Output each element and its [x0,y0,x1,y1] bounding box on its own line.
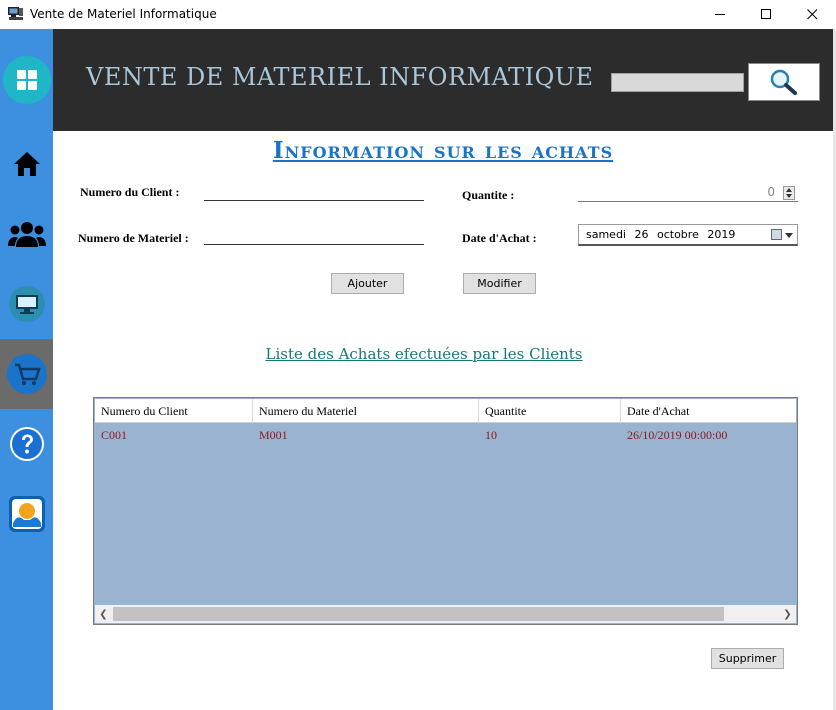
delete-button[interactable]: Supprimer [711,648,784,669]
scroll-left-icon[interactable]: ❮ [95,605,112,623]
sidebar-item-about[interactable] [0,479,53,549]
app-title: VENTE DE MATERIEL INFORMATIQUE [86,63,594,91]
materiel-input[interactable] [204,227,424,245]
close-icon [806,9,817,20]
sidebar-item-home[interactable] [0,129,53,199]
list-title: Liste des Achats efectuées par les Clien… [265,345,583,363]
dropdown-arrow-icon[interactable] [785,233,793,238]
search-input[interactable] [611,73,744,92]
sidebar-item-clients[interactable] [0,199,53,269]
column-header[interactable]: Numero du Client [95,399,253,423]
column-header[interactable]: Quantite [479,399,621,423]
help-icon [9,427,44,461]
table-cell[interactable]: 26/10/2019 00:00:00 [621,424,796,446]
spin-up-icon[interactable] [786,188,792,192]
sidebar-item-dashboard[interactable] [0,45,53,115]
add-button[interactable]: Ajouter [331,273,404,294]
search-icon [770,69,797,95]
window-title: Vente de Materiel Informatique [30,7,217,21]
date-value: samedi 26 octobre 2019 [586,228,736,241]
grid-header: Numero du Client Numero du Materiel Quan… [95,399,796,423]
modify-button[interactable]: Modifier [463,273,536,294]
quantite-spin-buttons[interactable] [783,186,795,200]
quantite-stepper[interactable]: 0 [578,184,798,202]
cart-icon [6,354,47,394]
maximize-button[interactable] [743,0,789,29]
horizontal-scrollbar[interactable]: ❮ ❯ [95,605,796,623]
sidebar-item-help[interactable] [0,409,53,479]
app-header: VENTE DE MATERIEL INFORMATIQUE [53,29,833,131]
client-label: Numero du Client : [80,185,180,199]
client-input[interactable] [204,183,424,201]
users-icon [7,222,46,247]
section-title: Information sur les achats [272,137,614,164]
minimize-icon [714,14,725,15]
date-picker[interactable]: samedi 26 octobre 2019 [578,224,798,246]
search-button[interactable] [748,63,820,101]
sidebar-item-materiel[interactable] [0,269,53,339]
table-cell[interactable]: C001 [95,424,253,446]
purchases-grid[interactable]: Numero du Client Numero du Materiel Quan… [93,397,798,625]
column-header[interactable]: Numero du Materiel [253,399,479,423]
quantite-label: Quantite : [462,188,515,202]
close-button[interactable] [789,0,835,29]
date-label: Date d'Achat : [462,231,537,245]
minimize-button[interactable] [697,0,743,29]
spin-down-icon[interactable] [786,194,792,198]
table-cell[interactable]: 10 [479,424,621,446]
grid-icon [2,56,51,104]
maximize-icon [760,9,771,19]
calendar-icon[interactable] [771,229,782,240]
quantite-value: 0 [767,185,775,199]
table-cell[interactable]: M001 [253,424,479,446]
scroll-right-icon[interactable]: ❯ [779,605,796,623]
info-hands-icon [8,496,45,532]
sidebar-item-achats[interactable] [0,339,53,409]
home-icon [13,152,40,176]
window-titlebar: Vente de Materiel Informatique [0,0,836,29]
app-icon [8,7,23,20]
sidebar [0,29,53,710]
table-row[interactable]: C001 M001 10 26/10/2019 00:00:00 [95,424,796,446]
materiel-label: Numero de Materiel : [78,231,189,245]
scroll-thumb[interactable] [113,607,724,621]
monitor-icon [8,286,45,322]
column-header[interactable]: Date d'Achat [621,399,796,423]
